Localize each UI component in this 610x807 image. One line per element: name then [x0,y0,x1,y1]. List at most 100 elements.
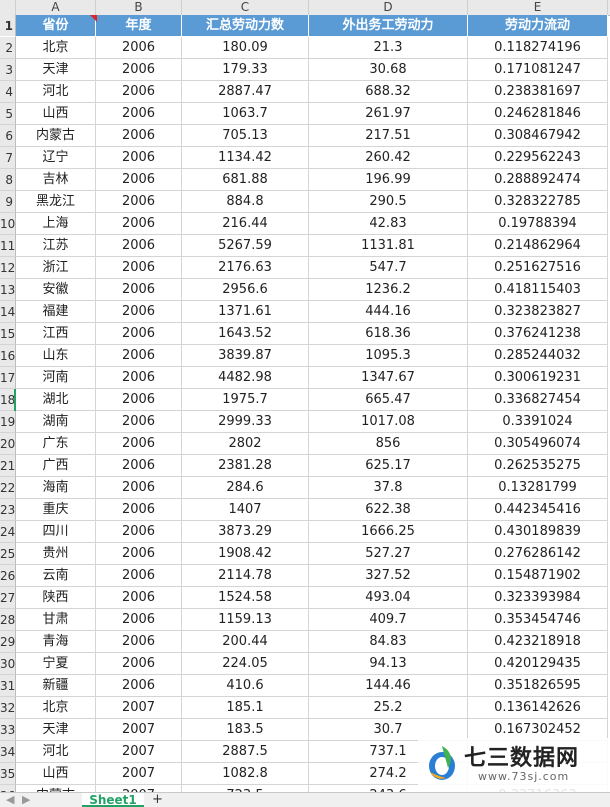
cell-total-labor[interactable]: 2956.6 [182,279,309,301]
cell-migrant-labor[interactable]: 618.36 [309,323,468,345]
cell-labor-mobility[interactable]: 0.308467942 [468,125,608,147]
cell-total-labor[interactable]: 723.5 [182,785,309,792]
cell-province[interactable]: 福建 [16,301,96,323]
cell-year[interactable]: 2006 [96,59,182,81]
row-number[interactable]: 26 [0,565,16,587]
row-number[interactable]: 8 [0,169,16,191]
cell-year[interactable]: 2007 [96,763,182,785]
row-number[interactable]: 22 [0,477,16,499]
cell-year[interactable]: 2006 [96,345,182,367]
cell-province[interactable]: 内蒙古 [16,785,96,792]
cell-total-labor[interactable]: 183.5 [182,719,309,741]
cell-year[interactable]: 2007 [96,785,182,792]
cell-migrant-labor[interactable]: 1017.08 [309,411,468,433]
cell-year[interactable]: 2006 [96,147,182,169]
cell-migrant-labor[interactable]: 327.52 [309,565,468,587]
cell-year[interactable]: 2006 [96,125,182,147]
cell-year[interactable]: 2006 [96,477,182,499]
row-number[interactable]: 19 [0,411,16,433]
cell-total-labor[interactable]: 216.44 [182,213,309,235]
cell-year[interactable]: 2006 [96,455,182,477]
cell-province[interactable]: 安徽 [16,279,96,301]
column-header-c[interactable]: C [182,0,309,15]
row-number[interactable]: 30 [0,653,16,675]
cell-province[interactable]: 北京 [16,697,96,719]
cell-province[interactable]: 山西 [16,763,96,785]
cell-year[interactable]: 2006 [96,103,182,125]
cell-province[interactable]: 海南 [16,477,96,499]
cell-total-labor[interactable]: 1082.8 [182,763,309,785]
row-number[interactable]: 2 [0,37,16,59]
cell-year[interactable]: 2006 [96,37,182,59]
cell-labor-mobility[interactable]: 0.305496074 [468,433,608,455]
cell-province[interactable]: 河北 [16,81,96,103]
cell-labor-mobility[interactable]: 0.323823827 [468,301,608,323]
row-number[interactable]: 28 [0,609,16,631]
cell-province[interactable]: 广东 [16,433,96,455]
cell-labor-mobility[interactable]: 0.136142626 [468,697,608,719]
cell-province[interactable]: 湖南 [16,411,96,433]
cell-migrant-labor[interactable]: 94.13 [309,653,468,675]
cell-labor-mobility[interactable]: 0.430189839 [468,521,608,543]
cell-total-labor[interactable]: 1159.13 [182,609,309,631]
cell-year[interactable]: 2006 [96,499,182,521]
row-number[interactable]: 16 [0,345,16,367]
cell-labor-mobility[interactable]: 0.13281799 [468,477,608,499]
cell-year[interactable]: 2006 [96,323,182,345]
cell-year[interactable]: 2006 [96,631,182,653]
tab-sheet1[interactable]: Sheet1 [82,793,144,807]
cell-province[interactable]: 天津 [16,59,96,81]
row-number[interactable]: 31 [0,675,16,697]
row-number[interactable]: 27 [0,587,16,609]
header-cell-labor-mobility[interactable]: 劳动力流动 [468,15,608,37]
row-number[interactable]: 33 [0,719,16,741]
cell-year[interactable]: 2006 [96,257,182,279]
cell-labor-mobility[interactable]: 0.336827454 [468,389,608,411]
cell-year[interactable]: 2006 [96,521,182,543]
cell-year[interactable]: 2006 [96,213,182,235]
cell-migrant-labor[interactable]: 493.04 [309,587,468,609]
cell-migrant-labor[interactable]: 665.47 [309,389,468,411]
cell-labor-mobility[interactable]: 0.285244032 [468,345,608,367]
cell-migrant-labor[interactable]: 196.99 [309,169,468,191]
cell-labor-mobility[interactable]: 0.3391024 [468,411,608,433]
prev-sheet-icon[interactable]: ◀ [6,793,14,807]
cell-migrant-labor[interactable]: 1131.81 [309,235,468,257]
cell-province[interactable]: 贵州 [16,543,96,565]
cell-total-labor[interactable]: 200.44 [182,631,309,653]
cell-migrant-labor[interactable]: 260.42 [309,147,468,169]
cell-province[interactable]: 甘肃 [16,609,96,631]
cell-year[interactable]: 2006 [96,587,182,609]
cell-year[interactable]: 2007 [96,741,182,763]
cell-year[interactable]: 2006 [96,653,182,675]
cell-province[interactable]: 天津 [16,719,96,741]
cell-year[interactable]: 2006 [96,367,182,389]
cell-province[interactable]: 黑龙江 [16,191,96,213]
cell-migrant-labor[interactable]: 1347.67 [309,367,468,389]
cell-total-labor[interactable]: 1063.7 [182,103,309,125]
cell-migrant-labor[interactable]: 1095.3 [309,345,468,367]
cell-total-labor[interactable]: 180.09 [182,37,309,59]
cell-province[interactable]: 宁夏 [16,653,96,675]
cell-year[interactable]: 2006 [96,675,182,697]
row-number[interactable]: 36 [0,785,16,792]
cell-total-labor[interactable]: 2999.33 [182,411,309,433]
cell-migrant-labor[interactable]: 527.27 [309,543,468,565]
cell-total-labor[interactable]: 884.8 [182,191,309,213]
cell-province[interactable]: 江苏 [16,235,96,257]
row-number[interactable]: 21 [0,455,16,477]
row-number[interactable]: 34 [0,741,16,763]
cell-total-labor[interactable]: 185.1 [182,697,309,719]
cell-province[interactable]: 河北 [16,741,96,763]
cell-labor-mobility[interactable]: 0.19788394 [468,213,608,235]
cell-province[interactable]: 广西 [16,455,96,477]
cell-year[interactable]: 2006 [96,81,182,103]
cell-labor-mobility[interactable]: 0.323393984 [468,587,608,609]
cell-labor-mobility[interactable]: 0.288892474 [468,169,608,191]
row-number[interactable]: 4 [0,81,16,103]
column-header-e[interactable]: E [468,0,608,15]
cell-province[interactable]: 青海 [16,631,96,653]
cell-labor-mobility[interactable]: 0.442345416 [468,499,608,521]
row-number[interactable]: 5 [0,103,16,125]
row-number[interactable]: 9 [0,191,16,213]
